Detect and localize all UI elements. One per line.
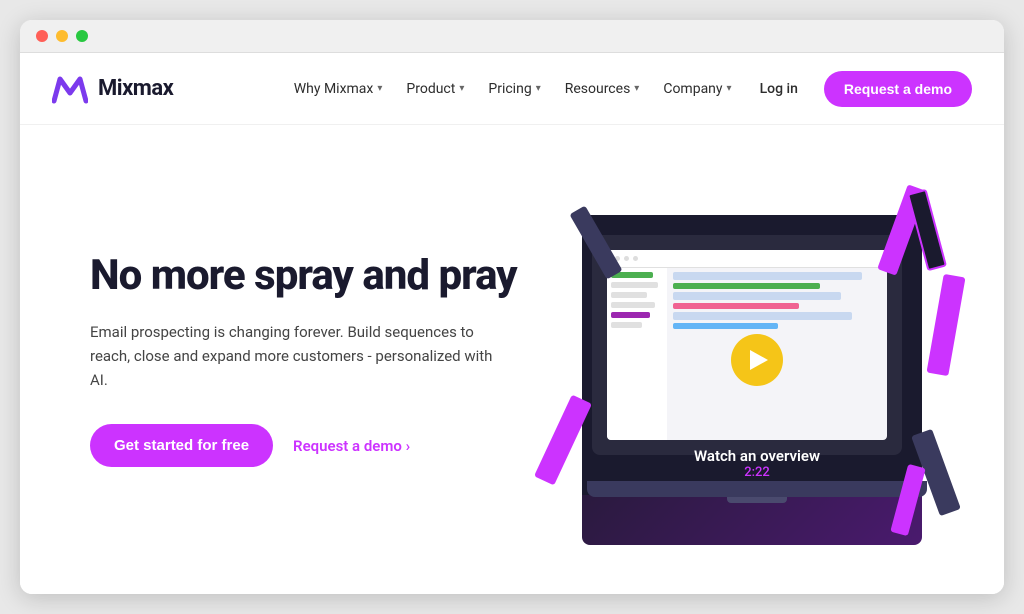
hero-right: Watch an overview 2:22: [570, 125, 944, 594]
nav-item-company[interactable]: Company ▾: [653, 75, 741, 103]
tape-decoration-3: [926, 273, 965, 375]
browser-chrome: [20, 20, 1004, 53]
screen-bar-4: [673, 303, 799, 309]
screen-row-6: [611, 322, 642, 328]
logo-icon: [52, 73, 88, 105]
screen-row-3: [611, 292, 647, 298]
close-button[interactable]: [36, 30, 48, 42]
nav-item-resources[interactable]: Resources ▾: [555, 75, 650, 103]
video-title: Watch an overview: [694, 447, 820, 465]
minimize-button[interactable]: [56, 30, 68, 42]
browser-window: Mixmax Why Mixmax ▾ Product ▾ Pricing ▾ …: [20, 20, 1004, 594]
chevron-down-icon: ▾: [727, 83, 732, 94]
hero-left: No more spray and pray Email prospecting…: [90, 252, 570, 467]
maximize-button[interactable]: [76, 30, 88, 42]
screen-bar-3: [673, 292, 841, 300]
screen-bar-2: [673, 283, 820, 289]
screen-dot-2: [624, 256, 629, 261]
play-icon: [750, 350, 768, 370]
screen-bar-5: [673, 312, 852, 320]
nav-links: Why Mixmax ▾ Product ▾ Pricing ▾ Resourc…: [284, 71, 972, 107]
screen-row-2: [611, 282, 658, 288]
logo-text: Mixmax: [98, 76, 173, 101]
nav-item-why-mixmax[interactable]: Why Mixmax ▾: [284, 75, 393, 103]
nav-item-product[interactable]: Product ▾: [396, 75, 474, 103]
navbar: Mixmax Why Mixmax ▾ Product ▾ Pricing ▾ …: [20, 53, 1004, 125]
nav-item-pricing[interactable]: Pricing ▾: [478, 75, 550, 103]
chevron-down-icon: ▾: [634, 83, 639, 94]
page-content: Mixmax Why Mixmax ▾ Product ▾ Pricing ▾ …: [20, 53, 1004, 594]
request-demo-link[interactable]: Request a demo ›: [293, 437, 410, 455]
chevron-down-icon: ▾: [377, 83, 382, 94]
play-button[interactable]: [731, 334, 783, 386]
video-duration: 2:22: [694, 465, 820, 480]
screen-bar-6: [673, 323, 778, 329]
screen-topbar: [607, 250, 887, 268]
screen-row-5: [611, 312, 650, 318]
get-started-button[interactable]: Get started for free: [90, 424, 273, 467]
screen-row-4: [611, 302, 655, 308]
hero-section: No more spray and pray Email prospecting…: [20, 125, 1004, 594]
chevron-down-icon: ▾: [536, 83, 541, 94]
hero-buttons: Get started for free Request a demo ›: [90, 424, 570, 467]
hero-title: No more spray and pray: [90, 252, 570, 300]
request-demo-button[interactable]: Request a demo: [824, 71, 972, 107]
screen-dot-3: [633, 256, 638, 261]
laptop-base: [587, 481, 927, 497]
screen-bar-1: [673, 272, 862, 280]
video-label: Watch an overview 2:22: [694, 447, 820, 480]
logo-area[interactable]: Mixmax: [52, 73, 173, 105]
hero-subtitle: Email prospecting is changing forever. B…: [90, 320, 510, 392]
video-container: Watch an overview 2:22: [572, 195, 942, 525]
chevron-down-icon: ▾: [459, 83, 464, 94]
login-link[interactable]: Log in: [746, 75, 812, 103]
screen-sidebar: [607, 268, 667, 440]
